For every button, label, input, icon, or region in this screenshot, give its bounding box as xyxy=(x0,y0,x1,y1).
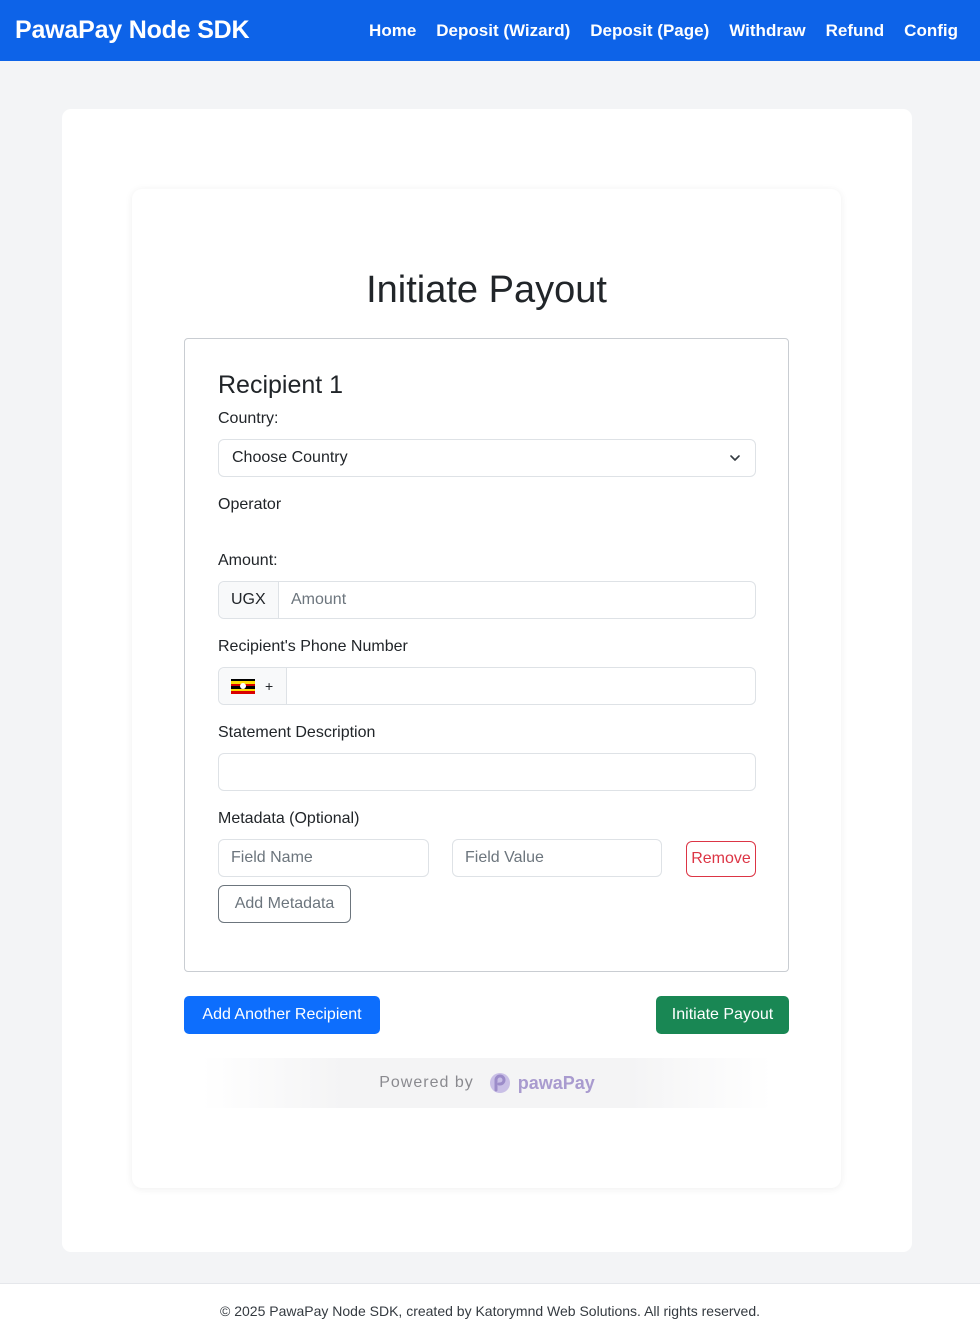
main-container: Initiate Payout Recipient 1 Country: Cho… xyxy=(62,109,912,1252)
statement-input[interactable] xyxy=(218,753,756,791)
nav-link-refund[interactable]: Refund xyxy=(826,21,885,41)
phone-number-input[interactable] xyxy=(287,668,755,704)
statement-label: Statement Description xyxy=(218,724,376,741)
metadata-label: Metadata (Optional) xyxy=(218,810,360,827)
phone-label: Recipient's Phone Number xyxy=(218,638,408,655)
top-navbar: PawaPay Node SDK Home Deposit (Wizard) D… xyxy=(0,0,980,61)
remove-metadata-button[interactable]: Remove xyxy=(686,841,756,877)
nav-link-config[interactable]: Config xyxy=(904,21,958,41)
operator-label: Operator xyxy=(218,496,282,513)
metadata-field-name-input[interactable]: Field Name xyxy=(218,839,429,877)
metadata-field-value-input[interactable]: Field Value xyxy=(452,839,662,877)
country-code-selector[interactable]: + xyxy=(219,668,287,704)
country-select[interactable]: Choose Country xyxy=(218,439,756,477)
field-value-placeholder: Field Value xyxy=(465,849,544,866)
powered-by-banner: Powered by pawaPay xyxy=(202,1058,772,1108)
amount-placeholder: Amount xyxy=(291,591,347,608)
nav-link-deposit-wizard[interactable]: Deposit (Wizard) xyxy=(436,21,570,41)
pawapay-logo: pawaPay xyxy=(488,1071,595,1095)
country-select-value: Choose Country xyxy=(232,449,348,466)
brand-title[interactable]: PawaPay Node SDK xyxy=(15,16,250,45)
nav-link-home[interactable]: Home xyxy=(369,21,416,41)
amount-input[interactable]: Amount xyxy=(279,582,755,618)
nav-link-deposit-page[interactable]: Deposit (Page) xyxy=(590,21,709,41)
phone-input-group: + xyxy=(218,667,756,705)
add-recipient-button[interactable]: Add Another Recipient xyxy=(184,996,380,1034)
currency-addon: UGX xyxy=(219,582,279,618)
add-metadata-button[interactable]: Add Metadata xyxy=(218,885,351,923)
nav-links: Home Deposit (Wizard) Deposit (Page) Wit… xyxy=(369,21,958,41)
footer-copyright: © 2025 PawaPay Node SDK, created by Kato… xyxy=(220,1303,760,1319)
chevron-down-icon xyxy=(730,455,740,461)
amount-input-group: UGX Amount xyxy=(218,581,756,619)
recipient-heading: Recipient 1 xyxy=(218,371,344,399)
country-label: Country: xyxy=(218,410,279,427)
amount-label: Amount: xyxy=(218,552,278,569)
initiate-payout-button[interactable]: Initiate Payout xyxy=(656,996,789,1034)
page-footer: © 2025 PawaPay Node SDK, created by Kato… xyxy=(0,1283,980,1328)
payout-form-card: Initiate Payout Recipient 1 Country: Cho… xyxy=(132,189,841,1188)
field-name-placeholder: Field Name xyxy=(231,849,313,866)
recipient-section: Recipient 1 Country: Choose Country Oper… xyxy=(184,338,789,972)
pawapay-logo-icon xyxy=(489,1073,510,1093)
powered-by-text: Powered by xyxy=(379,1074,474,1091)
uganda-flag-icon xyxy=(231,678,255,694)
nav-link-withdraw[interactable]: Withdraw xyxy=(729,21,805,41)
page-title: Initiate Payout xyxy=(366,269,607,311)
currency-code: UGX xyxy=(231,591,266,608)
phone-prefix: + xyxy=(265,678,274,694)
pawapay-wordmark: pawaPay xyxy=(517,1072,595,1093)
